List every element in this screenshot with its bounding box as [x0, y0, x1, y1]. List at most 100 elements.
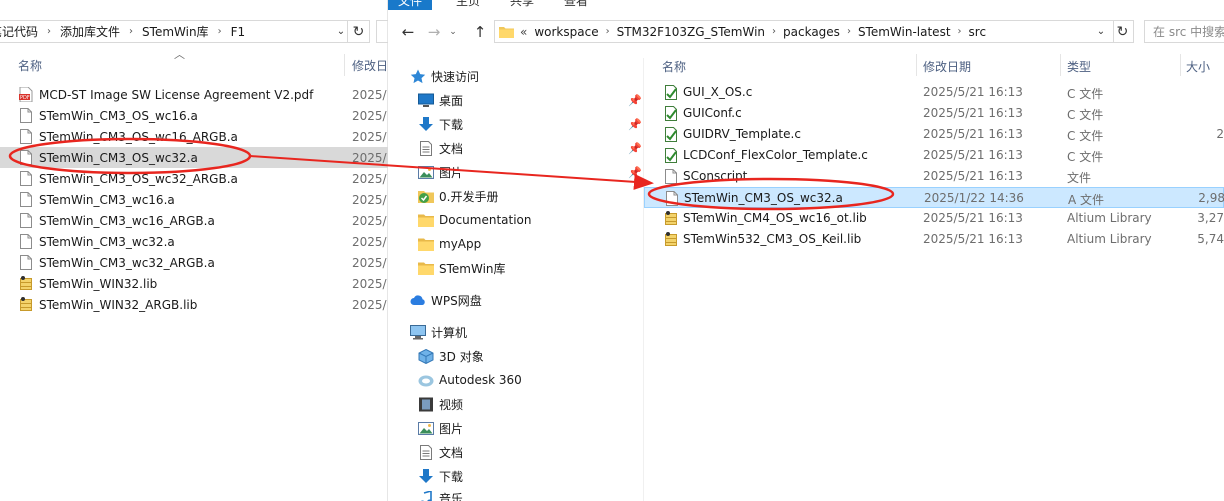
nav-item[interactable]: STemWin库 [418, 257, 506, 279]
column-header-date[interactable]: 修改日 [352, 57, 388, 74]
column-header-size[interactable]: 大小 [1186, 58, 1210, 75]
nav-item[interactable]: 视频 [418, 393, 463, 415]
chevron-right-icon[interactable]: › [124, 26, 138, 37]
nav-item-label: 0.开发手册 [439, 189, 499, 204]
chevron-right-icon[interactable]: › [213, 26, 227, 37]
star-icon [410, 69, 426, 84]
table-row[interactable]: STemWin_CM3_OS_wc32.a 2025/1/22 14:36 A 文件… [644, 187, 1224, 208]
file-type: 文件 [1067, 171, 1092, 185]
chevron-right-icon[interactable]: › [843, 26, 855, 37]
nav-item[interactable]: 文档 📌 [418, 137, 642, 159]
file-name: STemWin_CM3_OS_wc16.a [39, 108, 198, 123]
nav-item[interactable]: 计算机 [410, 321, 467, 343]
refresh-icon[interactable]: ↻ [1112, 20, 1134, 43]
left-search-input[interactable] [376, 20, 388, 43]
tab-file[interactable]: 文件 [388, 0, 433, 10]
nav-item[interactable]: Autodesk 360 [418, 369, 522, 391]
nav-item[interactable]: 桌面 📌 [418, 89, 642, 111]
column-divider[interactable] [1060, 54, 1061, 76]
computer-icon [410, 324, 426, 340]
list-item[interactable]: STemWin_CM3_OS_wc16.a 2025/ [0, 105, 388, 126]
table-row[interactable]: LCDConf_FlexColor_Template.c 2025/5/21 16… [644, 145, 1224, 166]
nav-item[interactable]: 下载 [418, 465, 463, 487]
chevron-right-icon[interactable]: › [602, 26, 614, 37]
nav-item[interactable]: Documentation [418, 209, 532, 231]
table-row[interactable]: STemWin_CM4_OS_wc16_ot.lib 2025/5/21 16:1… [644, 208, 1224, 229]
list-item[interactable]: STemWin_CM3_wc32_ARGB.a 2025/ [0, 252, 388, 273]
list-item[interactable]: STemWin_CM3_wc32.a 2025/ [0, 231, 388, 252]
list-item[interactable]: STemWin_WIN32_ARGB.lib 2025/ [0, 294, 388, 315]
nav-item[interactable]: 下载 📌 [418, 113, 642, 135]
chevron-down-icon[interactable]: ⌄ [446, 20, 460, 43]
pin-icon[interactable]: 📌 [628, 94, 642, 107]
list-item[interactable]: STemWin_CM3_OS_wc32.a 2025/ [0, 147, 388, 168]
chevron-right-icon[interactable]: › [954, 26, 966, 37]
nav-item[interactable]: 音乐 [418, 487, 463, 501]
column-divider[interactable] [344, 54, 345, 76]
breadcrumb-segment[interactable]: STM32F103ZG_STemWin [614, 25, 768, 39]
nav-item[interactable]: myApp [418, 233, 481, 255]
file-icon [19, 108, 33, 123]
tab-home[interactable]: 主页 [446, 0, 490, 10]
tab-view[interactable]: 查看 [554, 0, 598, 10]
table-row[interactable]: GUIDRV_Template.c 2025/5/21 16:13 C 文件 2 [644, 124, 1224, 145]
pin-icon[interactable]: 📌 [628, 118, 642, 131]
column-header-date[interactable]: 修改日期 [923, 58, 971, 75]
column-header-name[interactable]: 名称 [18, 57, 42, 74]
nav-item-label: myApp [439, 237, 482, 251]
column-divider[interactable] [916, 54, 917, 76]
breadcrumb-segment[interactable]: 笔记代码 [0, 23, 42, 40]
nav-item[interactable]: 图片 [418, 417, 463, 439]
breadcrumb-segment[interactable]: packages [780, 25, 843, 39]
breadcrumb-segment[interactable]: 添加库文件 [56, 23, 124, 40]
breadcrumb-segment[interactable]: STemWin-latest [855, 25, 954, 39]
nav-item[interactable]: 0.开发手册 [418, 185, 498, 207]
search-input[interactable]: 在 src 中搜索 [1144, 20, 1224, 43]
breadcrumb-segment[interactable]: STemWin库 [138, 23, 213, 40]
table-row[interactable]: GUI_X_OS.c 2025/5/21 16:13 C 文件 [644, 82, 1224, 103]
nav-item-label: 下载 [439, 117, 464, 132]
table-row[interactable]: SConscript 2025/5/21 16:13 文件 [644, 166, 1224, 187]
nav-item[interactable]: 图片 📌 [418, 161, 642, 183]
list-item[interactable]: STemWin_CM3_OS_wc32_ARGB.a 2025/ [0, 168, 388, 189]
pin-icon[interactable]: 📌 [628, 142, 642, 155]
column-header-type[interactable]: 类型 [1067, 58, 1091, 75]
breadcrumb-overflow[interactable]: « [518, 25, 531, 39]
list-item[interactable]: STemWin_CM3_wc16.a 2025/ [0, 189, 388, 210]
chevron-right-icon[interactable]: › [768, 26, 780, 37]
chevron-down-icon[interactable]: ⌄ [334, 20, 348, 43]
nav-item[interactable]: 文档 [418, 441, 463, 463]
file-name: SConscript [683, 169, 748, 183]
nav-item[interactable]: WPS网盘 [410, 289, 482, 311]
back-arrow-icon[interactable]: ← [398, 20, 418, 43]
forward-arrow-icon[interactable]: → [424, 20, 444, 43]
chevron-down-icon[interactable]: ⌄ [1094, 20, 1108, 43]
chevron-right-icon[interactable]: › [42, 26, 56, 37]
lib-icon [664, 211, 678, 226]
tab-share[interactable]: 共享 [500, 0, 544, 10]
file-name: MCD-ST Image SW License Agreement V2.pdf [39, 87, 314, 102]
list-item[interactable]: PDF MCD-ST Image SW License Agreement V2.… [0, 84, 388, 105]
nav-item[interactable]: 3D 对象 [418, 345, 484, 367]
nav-item-label: 图片 [439, 421, 464, 436]
breadcrumb-segment[interactable]: F1 [227, 25, 250, 39]
breadcrumb-segment[interactable]: src [966, 25, 990, 39]
list-item[interactable]: STemWin_WIN32.lib 2025/ [0, 273, 388, 294]
breadcrumb-segment[interactable]: workspace [531, 25, 601, 39]
left-address-bar[interactable]: 笔记代码 › 添加库文件 › STemWin库 › F1 [0, 20, 348, 43]
pin-icon[interactable]: 📌 [628, 166, 642, 179]
nav-item-label: 音乐 [439, 491, 464, 501]
table-row[interactable]: STemWin532_CM3_OS_Keil.lib 2025/5/21 16:1… [644, 229, 1224, 250]
right-address-bar[interactable]: « workspace › STM32F103ZG_STemWin › pack… [494, 20, 1114, 43]
list-item[interactable]: STemWin_CM3_wc16_ARGB.a 2025/ [0, 210, 388, 231]
up-arrow-icon[interactable]: ↑ [470, 20, 490, 43]
file-name: GUIConf.c [683, 106, 742, 120]
file-type: C 文件 [1067, 150, 1104, 164]
column-divider[interactable] [1180, 54, 1181, 76]
refresh-icon[interactable]: ↻ [348, 20, 370, 43]
column-header-name[interactable]: 名称 [662, 58, 686, 75]
list-item[interactable]: STemWin_CM3_OS_wc16_ARGB.a 2025/ [0, 126, 388, 147]
nav-item[interactable]: 快速访问 [410, 65, 479, 87]
table-row[interactable]: GUIConf.c 2025/5/21 16:13 C 文件 [644, 103, 1224, 124]
file-icon [665, 191, 679, 206]
